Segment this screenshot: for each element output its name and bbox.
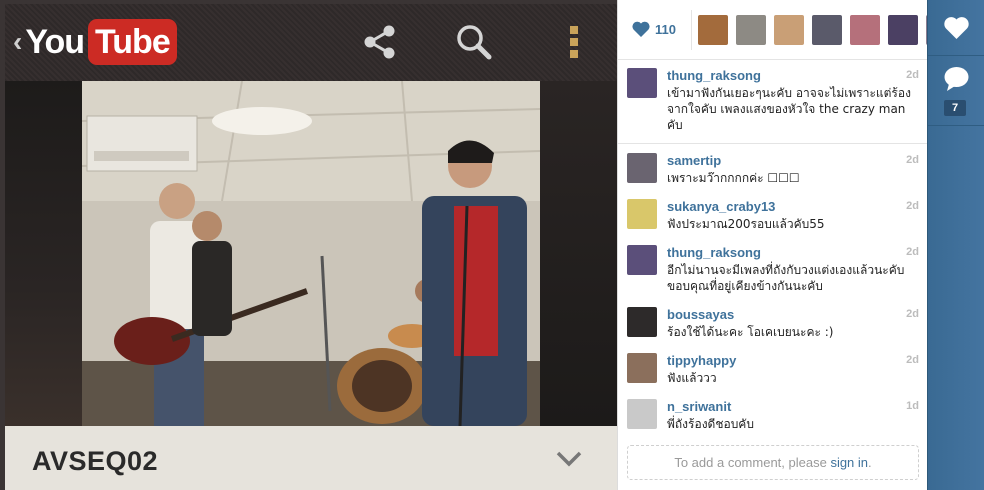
comment-text: พี่ถังร้องดีชอบคับ <box>667 417 754 431</box>
comment-text: ฟังแล้ววว <box>667 371 717 385</box>
youtube-app-bar: ‹ You Tube <box>5 4 617 81</box>
sign-in-link[interactable]: sign in <box>830 455 868 470</box>
share-icon <box>364 25 395 59</box>
likes-bar: 110 <box>618 0 956 60</box>
video-letterbox-left <box>5 81 82 426</box>
liker-avatar[interactable] <box>888 15 918 45</box>
comments-panel: 110 thung_raksong 2d เข้ามาฟังกันเยอะๆนะ… <box>617 0 956 490</box>
liker-avatar[interactable] <box>736 15 766 45</box>
comment-timestamp: 2d <box>906 354 919 366</box>
like-button[interactable] <box>928 0 984 56</box>
avatar[interactable] <box>627 307 657 337</box>
avatar[interactable] <box>627 68 657 98</box>
caption: thung_raksong 2d เข้ามาฟังกันเยอะๆนะคับ … <box>618 60 928 144</box>
video-title: AVSEQ02 <box>32 446 159 476</box>
comment-username[interactable]: n_sriwanit <box>667 399 731 414</box>
comment-text: ร้องใช้ได้นะคะ โอเคเบยนะคะ :) <box>667 325 834 339</box>
add-comment-prompt: To add a comment, please sign in. <box>627 445 919 480</box>
video-letterbox-right <box>540 81 617 426</box>
comment-username[interactable]: sukanya_craby13 <box>667 199 775 214</box>
comment-count-badge: 7 <box>944 100 966 116</box>
video-frame <box>82 81 540 426</box>
chevron-down-icon <box>556 451 582 467</box>
liker-avatar[interactable] <box>812 15 842 45</box>
likes-divider <box>691 10 692 50</box>
liker-avatar[interactable] <box>774 15 804 45</box>
comment-username[interactable]: tippyhappy <box>667 353 736 368</box>
action-rail: 7 <box>927 0 984 490</box>
comment-username[interactable]: samertip <box>667 153 721 168</box>
avatar[interactable] <box>627 399 657 429</box>
video-title-bar: AVSEQ02 <box>5 426 617 490</box>
comment-text: เข้ามาฟังกันเยอะๆนะคับ อาจจะไม่เพราะแต่ร… <box>667 86 911 132</box>
comment-timestamp: 2d <box>906 200 919 212</box>
comment-prompt-suffix: . <box>868 455 872 470</box>
more-vertical-icon <box>570 26 578 58</box>
avatar[interactable] <box>627 353 657 383</box>
heart-icon <box>632 21 650 37</box>
comment-timestamp: 2d <box>906 308 919 320</box>
liker-avatar[interactable] <box>850 15 880 45</box>
likes-count[interactable]: 110 <box>655 22 676 37</box>
back-chevron-icon: ‹ <box>13 26 23 57</box>
comment-timestamp: 2d <box>906 154 919 166</box>
comment-timestamp: 1d <box>906 400 919 412</box>
comment-timestamp: 2d <box>906 246 919 258</box>
comment-username[interactable]: boussayas <box>667 307 734 322</box>
avatar[interactable] <box>627 245 657 275</box>
comment-timestamp: 2d <box>906 69 919 81</box>
youtube-logo: ‹ You Tube <box>13 18 177 66</box>
liker-avatar[interactable] <box>698 15 728 45</box>
search-icon <box>457 25 492 60</box>
video-photo: ‹ You Tube AVSEQ02 <box>0 0 617 490</box>
comment-text: เพราะมว๊ากกกกค่ะ ☐☐☐ <box>667 171 800 185</box>
speech-bubble-icon <box>944 67 969 91</box>
comment-text: อีกไม่นานจะมีเพลงที่ถังกับวงแต่งเองแล้วน… <box>667 263 905 293</box>
comment-username[interactable]: thung_raksong <box>667 245 761 260</box>
avatar[interactable] <box>627 153 657 183</box>
comment-text: ฟังประมาณ200รอบแล้วคับ55 <box>667 217 825 231</box>
logo-you-text: You <box>25 22 85 61</box>
heart-icon <box>944 17 969 39</box>
comment-username[interactable]: thung_raksong <box>667 68 761 83</box>
comment-prompt-prefix: To add a comment, please <box>674 455 831 470</box>
avatar[interactable] <box>627 199 657 229</box>
logo-tube-text: Tube <box>88 19 177 65</box>
comments-button[interactable]: 7 <box>928 56 984 126</box>
